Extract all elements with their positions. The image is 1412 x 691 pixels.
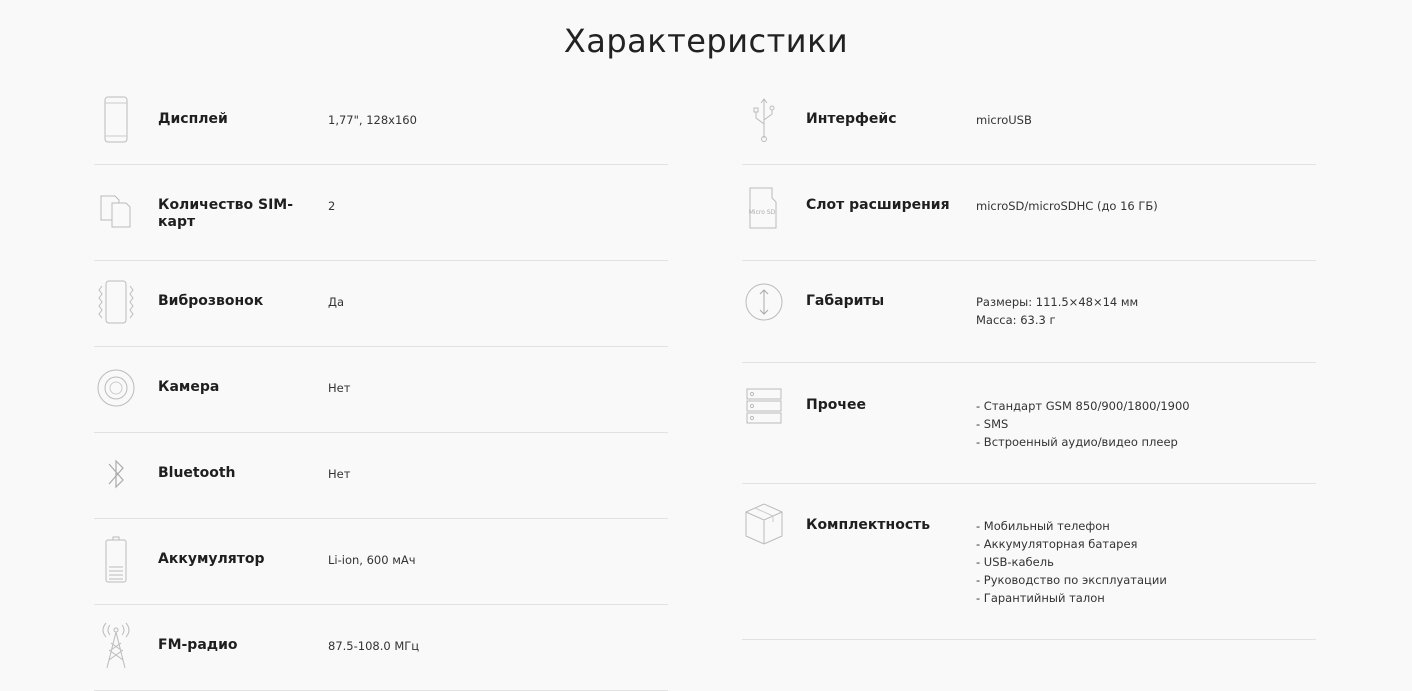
spec-label: FM-радио <box>158 637 238 653</box>
spec-value: - Стандарт GSM 850/900/1800/1900 - SMS -… <box>976 399 1190 449</box>
phone-display-icon <box>94 96 138 144</box>
spec-label: Прочее <box>806 397 866 413</box>
spec-label: Дисплей <box>158 111 228 127</box>
spec-row-expansion-slot: Micro SD Слот расширения microSD/microSD… <box>742 165 1316 261</box>
spec-label: Виброзвонок <box>158 293 264 309</box>
spec-row-dimensions: Габариты Размеры: 111.5×48×14 мм Масса: … <box>742 261 1316 363</box>
spec-label: Bluetooth <box>158 465 236 481</box>
spec-row-battery: Аккумулятор Li-ion, 600 мАч <box>94 519 668 605</box>
spec-label: Интерфейс <box>806 111 897 127</box>
spec-label: Габариты <box>806 293 885 309</box>
spec-row-fm-radio: FM-радио 87.5-108.0 МГц <box>94 605 668 691</box>
spec-value: microUSB <box>976 113 1032 127</box>
spec-value: Да <box>328 295 345 309</box>
spec-row-sim: Количество SIM-карт 2 <box>94 165 668 261</box>
radio-tower-icon <box>94 622 138 670</box>
spec-row-vibration: Виброзвонок Да <box>94 261 668 347</box>
spec-value: 2 <box>328 199 336 213</box>
spec-label: Слот расширения <box>806 197 950 213</box>
camera-icon <box>94 364 138 412</box>
spec-row-other: Прочее - Стандарт GSM 850/900/1800/1900 … <box>742 363 1316 484</box>
spec-row-display: Дисплей 1,77", 128x160 <box>94 79 668 165</box>
spec-row-interface: Интерфейс microUSB <box>742 79 1316 165</box>
specs-right-column: Интерфейс microUSB Micro SD Слот расшире… <box>742 79 1316 640</box>
spec-row-camera: Камера Нет <box>94 347 668 433</box>
sim-cards-icon <box>94 186 138 234</box>
bluetooth-icon <box>94 450 138 498</box>
other-list-icon <box>742 381 786 429</box>
spec-row-package: Комплектность - Мобильный телефон - Акку… <box>742 484 1316 640</box>
micro-sd-icon: Micro SD <box>742 184 786 232</box>
battery-icon <box>94 536 138 584</box>
spec-value: Li-ion, 600 мАч <box>328 553 416 567</box>
spec-label: Количество SIM-карт <box>158 197 294 230</box>
spec-value: Размеры: 111.5×48×14 мм Масса: 63.3 г <box>976 295 1139 327</box>
spec-value: Нет <box>328 381 351 395</box>
spec-value: 1,77", 128x160 <box>328 113 417 127</box>
vibration-icon <box>94 278 138 326</box>
page-title: Характеристики <box>563 22 849 60</box>
package-box-icon <box>742 500 786 548</box>
spec-value: - Мобильный телефон - Аккумуляторная бат… <box>976 519 1167 605</box>
spec-value: microSD/microSDHC (до 16 ГБ) <box>976 199 1158 213</box>
spec-value: Нет <box>328 467 351 481</box>
spec-label: Аккумулятор <box>158 551 265 567</box>
specs-left-column: Дисплей 1,77", 128x160 Количество SIM-ка… <box>94 79 668 691</box>
dimensions-icon <box>742 278 786 326</box>
usb-icon <box>742 96 786 144</box>
spec-label: Камера <box>158 379 220 395</box>
spec-row-bluetooth: Bluetooth Нет <box>94 433 668 519</box>
spec-value: 87.5-108.0 МГц <box>328 639 420 653</box>
micro-sd-icon-text: Micro SD <box>749 209 776 216</box>
spec-label: Комплектность <box>806 517 931 533</box>
